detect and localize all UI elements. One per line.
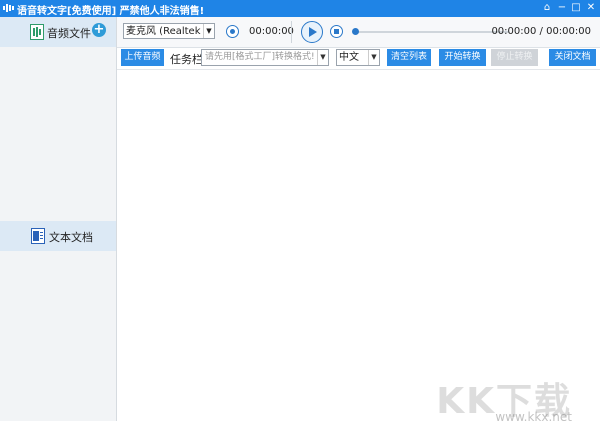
playback-time: 00:00:00 / 00:00:00 <box>491 26 591 37</box>
microphone-value: 麦克风 (Realtek Audi <box>126 26 214 37</box>
clear-list-button[interactable]: 清空列表 <box>387 49 431 66</box>
chevron-down-icon: ▼ <box>317 50 328 65</box>
progress-thumb[interactable] <box>352 28 359 35</box>
minimize-button[interactable]: − <box>555 1 569 15</box>
divider <box>291 21 292 43</box>
microphone-select[interactable]: 麦克风 (Realtek Audi ▼ <box>123 23 215 39</box>
stop-convert-button[interactable]: 停止转换 <box>491 49 538 66</box>
close-button[interactable]: ✕ <box>584 1 598 15</box>
upload-audio-button[interactable]: 上传音频 <box>121 49 164 66</box>
maximize-button[interactable]: □ <box>569 1 583 15</box>
word-document-icon <box>31 228 45 244</box>
stop-button[interactable] <box>330 25 343 38</box>
start-convert-button[interactable]: 开始转换 <box>439 49 486 66</box>
audio-control-bar: 麦克风 (Realtek Audi ▼ 00:00:00 00:00:00 / … <box>117 17 600 48</box>
sidebar-item-label: 音频文件 <box>47 27 91 40</box>
window-title: 语音转文字[免费使用] 严禁他人非法销售! <box>17 6 205 17</box>
language-select[interactable]: 中文 ▼ <box>336 49 380 66</box>
sidebar-item-text-docs[interactable]: 文本文档 <box>0 221 116 251</box>
format-placeholder: 请先用[格式工厂]转换格式! <box>205 52 315 62</box>
add-audio-button[interactable]: + <box>92 23 106 37</box>
sidebar-item-audio-files[interactable]: 音频文件 + <box>0 17 116 47</box>
record-button[interactable] <box>226 25 239 38</box>
task-bar-label: 任务栏 <box>170 53 203 66</box>
record-time: 00:00:00 <box>249 26 294 37</box>
toolbar: 上传音频 任务栏 请先用[格式工厂]转换格式! ▼ 中文 ▼ 清空列表 开始转换… <box>117 48 600 68</box>
chevron-down-icon: ▼ <box>203 24 214 38</box>
home-button[interactable]: ⌂ <box>540 1 554 15</box>
title-bar: 语音转文字[免费使用] 严禁他人非法销售! ⌂ − □ ✕ <box>0 0 600 17</box>
format-select[interactable]: 请先用[格式工厂]转换格式! ▼ <box>201 49 329 66</box>
audio-file-icon <box>30 24 44 40</box>
play-button[interactable] <box>301 21 323 43</box>
playback-progress-bar[interactable] <box>352 28 509 35</box>
task-list-area: KK下载 www.kkx.net <box>117 69 600 424</box>
watermark-url: www.kkx.net <box>495 410 572 424</box>
close-document-button[interactable]: 关闭文档 <box>549 49 596 66</box>
sidebar: 音频文件 + 文本文档 <box>0 17 117 421</box>
chevron-down-icon: ▼ <box>368 50 379 65</box>
app-logo-icon <box>3 4 14 12</box>
language-value: 中文 <box>339 52 359 63</box>
sidebar-item-label: 文本文档 <box>49 231 93 244</box>
